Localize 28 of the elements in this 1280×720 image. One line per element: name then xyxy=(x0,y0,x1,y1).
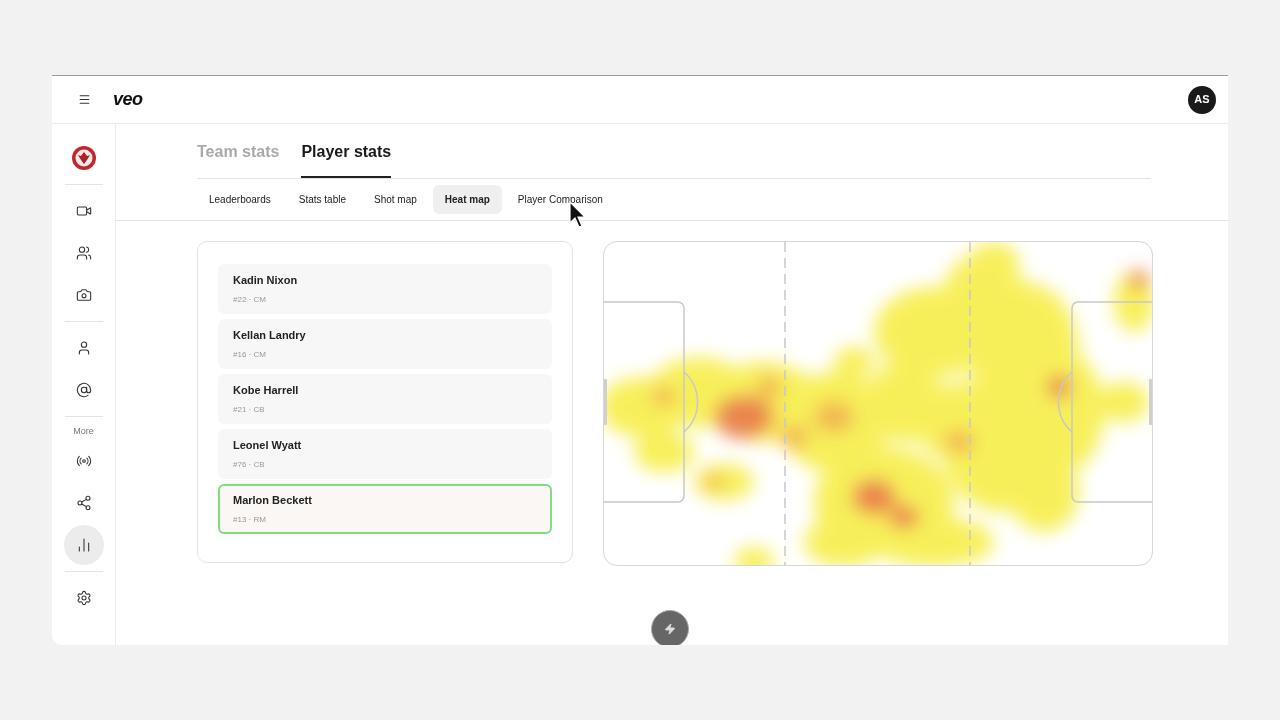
player-card[interactable]: Marlon Beckett #13 · RM xyxy=(218,484,552,534)
share-icon xyxy=(75,494,92,511)
veo-logo[interactable]: veo xyxy=(113,86,143,113)
sub-tab[interactable]: Heat map xyxy=(432,185,502,214)
more-label: More xyxy=(73,425,94,438)
player-card[interactable]: Leonel Wyatt #76 · CB xyxy=(218,429,552,479)
sub-tab[interactable]: Leaderboards xyxy=(197,185,283,214)
quick-action-button[interactable] xyxy=(650,610,689,645)
video-camera-icon xyxy=(75,203,92,219)
penalty-arc xyxy=(1057,371,1073,433)
user-avatar[interactable]: AS xyxy=(1188,85,1216,114)
sub-tab[interactable]: Stats table xyxy=(286,185,358,214)
menu-icon[interactable] xyxy=(78,93,91,106)
users-icon xyxy=(75,245,92,261)
stats-tab[interactable]: Player stats xyxy=(301,124,392,178)
heat-spot xyxy=(734,547,774,565)
settings-icon xyxy=(75,589,92,606)
crest-icon xyxy=(70,145,97,171)
penalty-arc xyxy=(683,371,699,433)
sub-tab[interactable]: Player Comparison xyxy=(505,185,615,214)
player-card[interactable]: Kadin Nixon #22 · CM xyxy=(218,264,552,314)
lightning-icon xyxy=(663,623,676,635)
sub-tab[interactable]: Shot map xyxy=(362,185,429,214)
mouse-cursor-icon xyxy=(569,201,587,229)
at-sign-icon xyxy=(75,382,92,398)
player-card[interactable]: Kobe Harrell #21 · CB xyxy=(218,374,552,424)
player-card[interactable]: Kellan Landry #16 · CM xyxy=(218,319,552,369)
camera-icon xyxy=(75,287,92,303)
